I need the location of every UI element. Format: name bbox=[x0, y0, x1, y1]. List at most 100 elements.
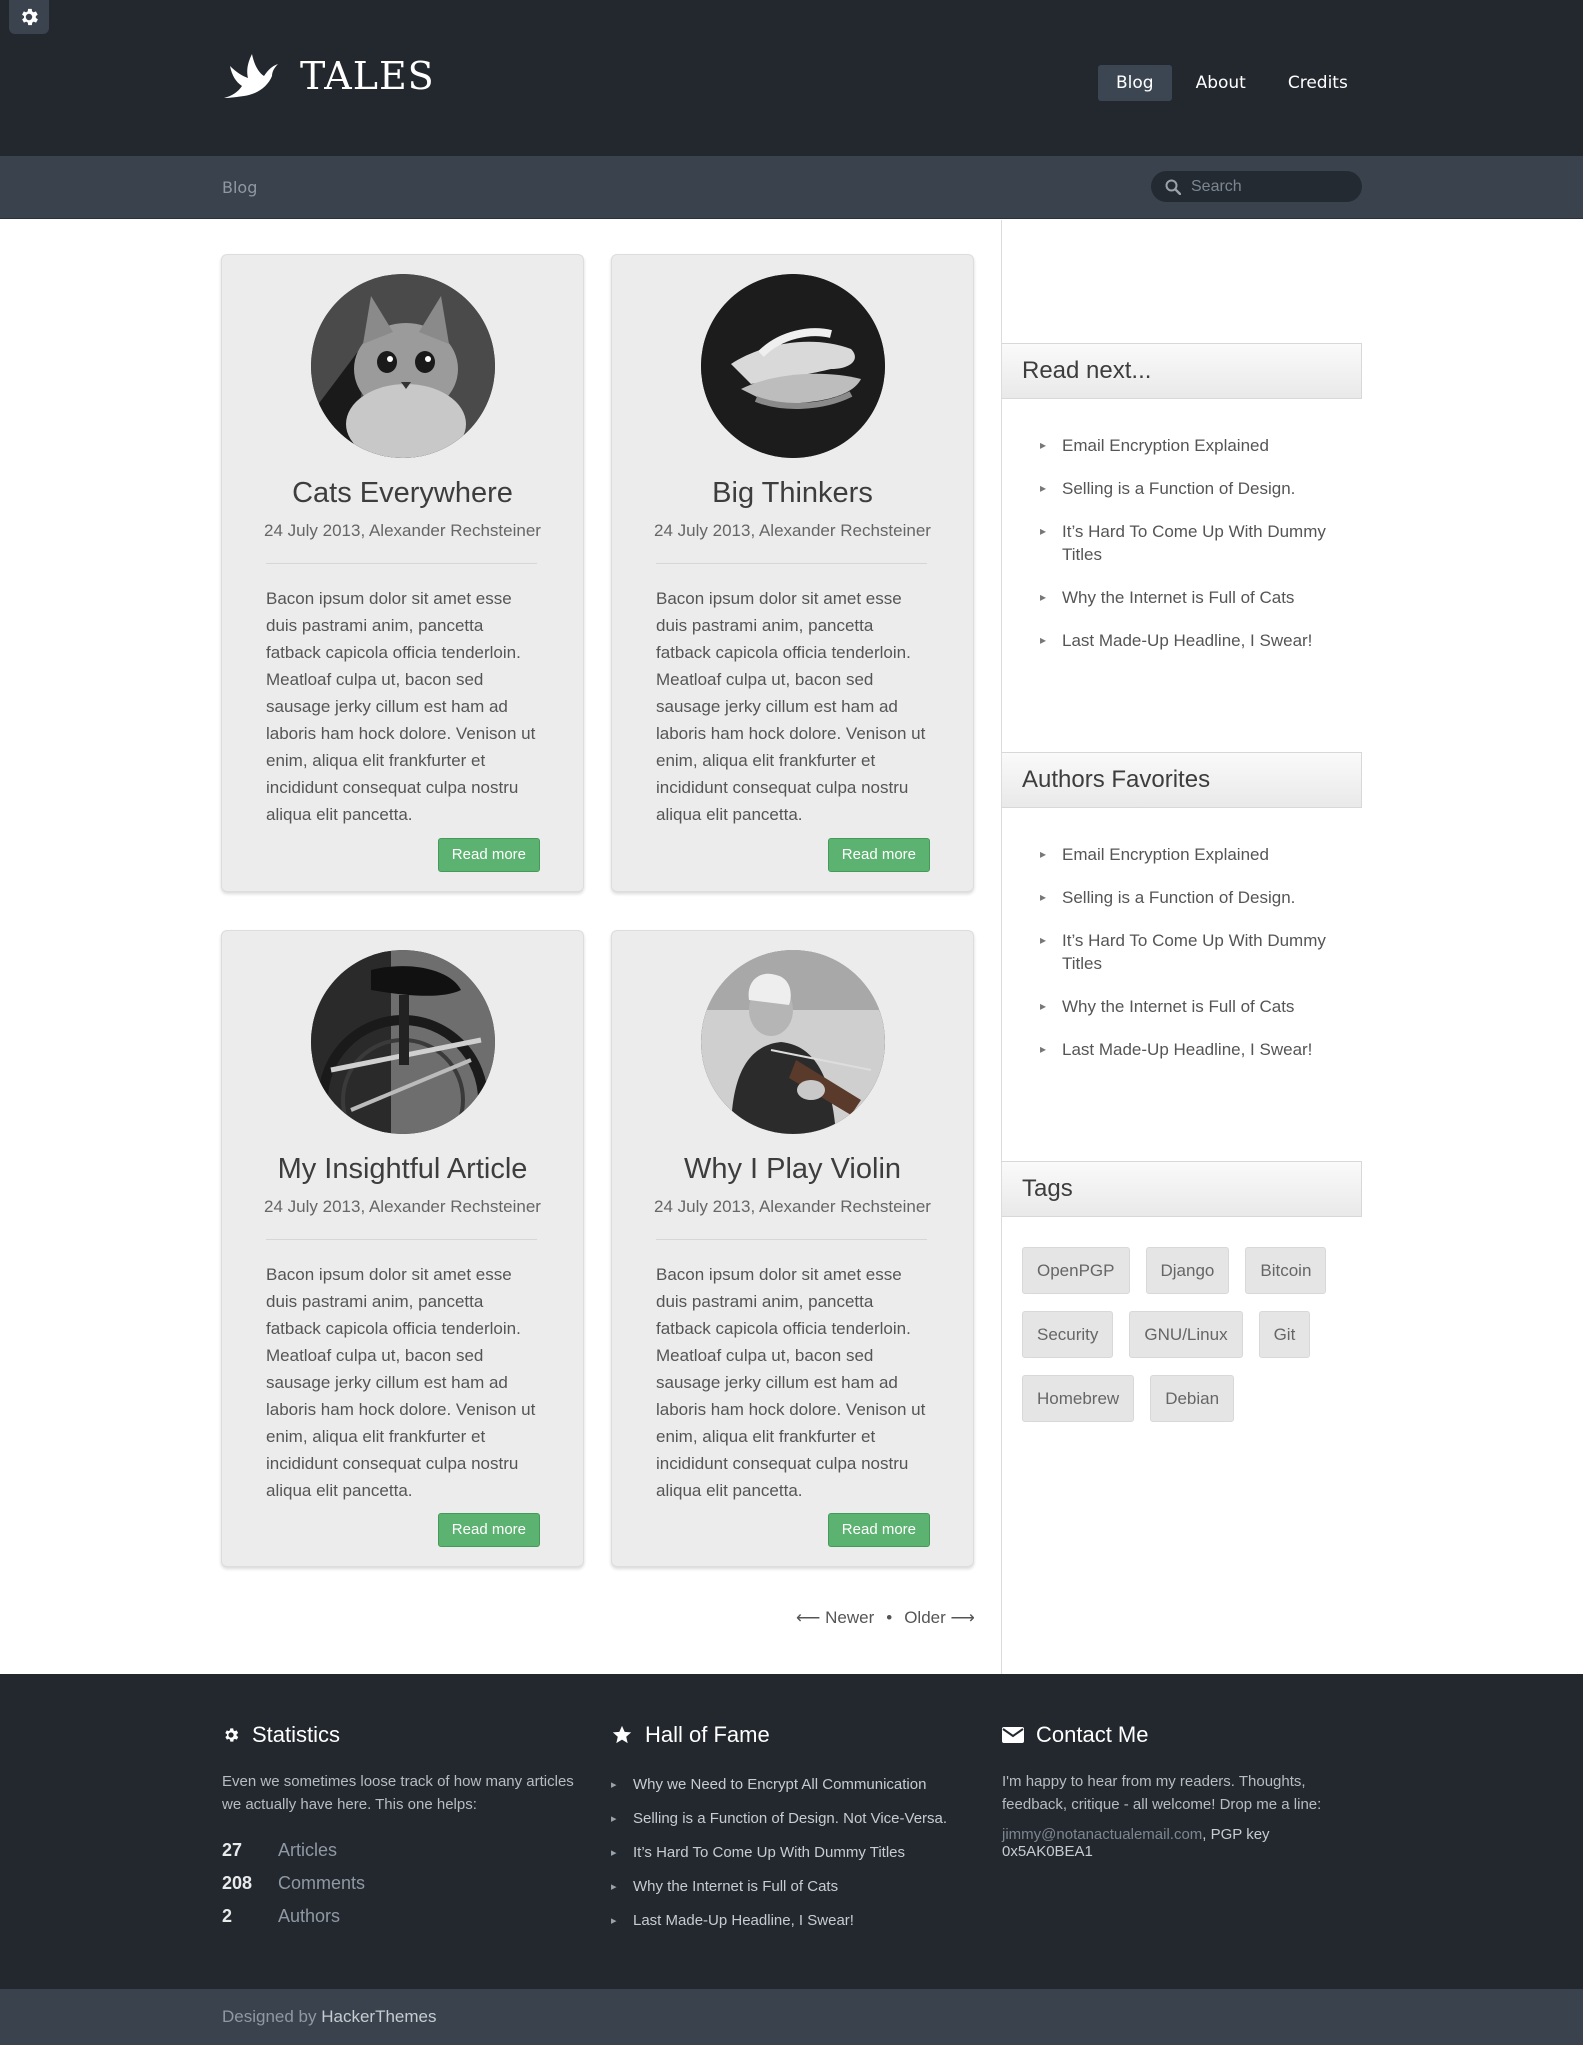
breadcrumb[interactable]: Blog bbox=[222, 178, 257, 197]
list-item[interactable]: Why the Internet is Full of Cats bbox=[611, 1870, 971, 1904]
post-card: Cats Everywhere 24 July 2013, Alexander … bbox=[221, 254, 584, 892]
contact-description: I'm happy to hear from my readers. Thoug… bbox=[1002, 1773, 1322, 1813]
list-item[interactable]: It’s Hard To Come Up With Dummy Titles bbox=[611, 1836, 971, 1870]
credits-link[interactable]: HackerThemes bbox=[321, 2007, 436, 2026]
tag-homebrew[interactable]: Homebrew bbox=[1022, 1375, 1135, 1422]
tag-security[interactable]: Security bbox=[1022, 1311, 1114, 1358]
read-next-list: Email Encryption Explained Selling is a … bbox=[1040, 434, 1350, 672]
tag-bitcoin[interactable]: Bitcoin bbox=[1245, 1247, 1327, 1294]
content-divider bbox=[1001, 220, 1002, 1674]
stat-row: 27 Articles bbox=[222, 1834, 582, 1867]
contact-email-link[interactable]: jimmy@notanactualemail.com bbox=[1002, 1826, 1202, 1843]
newer-link[interactable]: ⟵ Newer bbox=[796, 1608, 874, 1628]
post-meta: 24 July 2013, Alexander Rechsteiner bbox=[654, 1197, 931, 1216]
arrow-left-icon: ⟵ bbox=[796, 1608, 821, 1627]
read-more-button[interactable]: Read more bbox=[827, 838, 930, 872]
read-more-button[interactable]: Read more bbox=[437, 838, 540, 872]
stats-list: 27 Articles 208 Comments 2 Authors bbox=[222, 1834, 582, 1933]
list-item[interactable]: Last Made-Up Headline, I Swear! bbox=[1040, 629, 1350, 652]
list-item[interactable]: Email Encryption Explained bbox=[1040, 843, 1350, 866]
widget-title: Read next... bbox=[1022, 357, 1152, 384]
post-title[interactable]: Big Thinkers bbox=[612, 477, 973, 510]
list-item[interactable]: Selling is a Function of Design. bbox=[1040, 477, 1350, 500]
post-card: My Insightful Article 24 July 2013, Alex… bbox=[221, 930, 584, 1567]
read-next-header: Read next... bbox=[1002, 343, 1362, 399]
stat-label: Authors bbox=[278, 1906, 341, 1926]
list-item[interactable]: Email Encryption Explained bbox=[1040, 434, 1350, 457]
list-item[interactable]: Selling is a Function of Design. bbox=[1040, 886, 1350, 909]
stat-label: Articles bbox=[278, 1840, 338, 1860]
list-item[interactable]: It’s Hard To Come Up With Dummy Titles bbox=[1040, 929, 1350, 975]
pagination: ⟵ Newer • Older ⟶ bbox=[796, 1608, 975, 1628]
nav-about[interactable]: About bbox=[1178, 65, 1264, 101]
card-divider bbox=[266, 1239, 537, 1240]
post-title[interactable]: Why I Play Violin bbox=[612, 1153, 973, 1186]
violinist-photo[interactable] bbox=[701, 950, 885, 1134]
nav-blog[interactable]: Blog bbox=[1098, 65, 1172, 101]
card-divider bbox=[656, 1239, 927, 1240]
tag-cloud: OpenPGP Django Bitcoin Security GNU/Linu… bbox=[1022, 1247, 1362, 1439]
read-more-button[interactable]: Read more bbox=[437, 1513, 540, 1547]
breadcrumb-bar: Blog bbox=[0, 156, 1583, 219]
envelope-icon bbox=[1002, 1727, 1024, 1743]
older-link[interactable]: Older ⟶ bbox=[904, 1608, 975, 1628]
stat-value: 27 bbox=[222, 1840, 243, 1860]
search-box[interactable] bbox=[1151, 171, 1362, 202]
tag-django[interactable]: Django bbox=[1145, 1247, 1230, 1294]
bicycle-photo[interactable] bbox=[311, 950, 495, 1134]
list-item[interactable]: Why the Internet is Full of Cats bbox=[1040, 586, 1350, 609]
widget-title: Tags bbox=[1022, 1175, 1073, 1202]
post-excerpt: Bacon ipsum dolor sit amet esse duis pas… bbox=[266, 1265, 536, 1500]
post-excerpt: Bacon ipsum dolor sit amet esse duis pas… bbox=[656, 589, 926, 824]
settings-gear-button[interactable] bbox=[9, 0, 49, 34]
authors-favorites-header: Authors Favorites bbox=[1002, 752, 1362, 808]
post-meta: 24 July 2013, Alexander Rechsteiner bbox=[264, 521, 541, 540]
search-input[interactable] bbox=[1191, 177, 1351, 196]
list-item[interactable]: Last Made-Up Headline, I Swear! bbox=[611, 1904, 971, 1938]
post-card: Big Thinkers 24 July 2013, Alexander Rec… bbox=[611, 254, 974, 892]
gear-icon bbox=[22, 8, 38, 26]
newer-label: Newer bbox=[825, 1608, 875, 1627]
card-divider bbox=[656, 563, 927, 564]
star-icon bbox=[612, 1725, 632, 1744]
arrow-right-icon: ⟶ bbox=[950, 1608, 975, 1627]
list-item[interactable]: Why the Internet is Full of Cats bbox=[1040, 995, 1350, 1018]
authors-favorites-list: Email Encryption Explained Selling is a … bbox=[1040, 843, 1350, 1081]
footer-heading: Contact Me bbox=[1036, 1722, 1149, 1747]
kitten-photo[interactable] bbox=[311, 274, 495, 458]
list-item[interactable]: Selling is a Function of Design. Not Vic… bbox=[611, 1802, 971, 1836]
nav-credits[interactable]: Credits bbox=[1270, 65, 1366, 101]
footer-heading: Hall of Fame bbox=[645, 1722, 770, 1747]
post-title[interactable]: My Insightful Article bbox=[222, 1153, 583, 1186]
stat-row: 208 Comments bbox=[222, 1867, 582, 1900]
site-logo[interactable]: TALES bbox=[222, 52, 435, 100]
hands-photo[interactable] bbox=[701, 274, 885, 458]
footer-heading: Statistics bbox=[252, 1722, 341, 1747]
contact-line: jimmy@notanactualemail.com, PGP key 0x5A… bbox=[1002, 1826, 1362, 1860]
post-card: Why I Play Violin 24 July 2013, Alexande… bbox=[611, 930, 974, 1567]
tag-gnu-linux[interactable]: GNU/Linux bbox=[1129, 1311, 1243, 1358]
post-title[interactable]: Cats Everywhere bbox=[222, 477, 583, 510]
hall-of-fame-list: Why we Need to Encrypt All Communication… bbox=[611, 1768, 971, 1938]
pager-separator: • bbox=[886, 1608, 893, 1627]
older-label: Older bbox=[904, 1608, 946, 1627]
post-meta: 24 July 2013, Alexander Rechsteiner bbox=[264, 1197, 541, 1216]
search-icon bbox=[1165, 179, 1181, 195]
gear-icon bbox=[225, 1728, 239, 1742]
tag-git[interactable]: Git bbox=[1258, 1311, 1311, 1358]
list-item[interactable]: Last Made-Up Headline, I Swear! bbox=[1040, 1038, 1350, 1061]
stat-row: 2 Authors bbox=[222, 1900, 582, 1933]
read-more-button[interactable]: Read more bbox=[827, 1513, 930, 1547]
stat-value: 2 bbox=[222, 1906, 233, 1926]
dove-logo-icon bbox=[224, 54, 278, 98]
stat-value: 208 bbox=[222, 1873, 253, 1893]
tag-openpgp[interactable]: OpenPGP bbox=[1022, 1247, 1130, 1294]
footer-hall-of-fame: Hall of Fame Why we Need to Encrypt All … bbox=[611, 1722, 971, 1938]
site-footer: Statistics Even we sometimes loose track… bbox=[0, 1674, 1583, 1989]
site-header: TALES Blog About Credits bbox=[0, 0, 1583, 156]
footer-contact: Contact Me I'm happy to hear from my rea… bbox=[1002, 1722, 1362, 1860]
list-item[interactable]: Why we Need to Encrypt All Communication bbox=[611, 1768, 971, 1802]
credits-prefix: Designed by bbox=[222, 2007, 322, 2026]
tag-debian[interactable]: Debian bbox=[1150, 1375, 1235, 1422]
list-item[interactable]: It’s Hard To Come Up With Dummy Titles bbox=[1040, 520, 1350, 566]
